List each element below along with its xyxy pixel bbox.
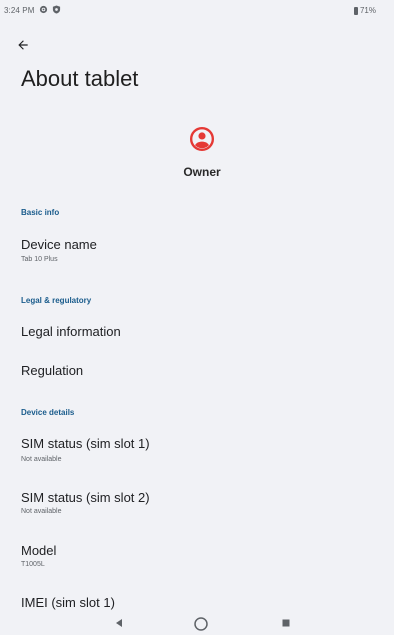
battery-percent: 71%	[359, 6, 376, 15]
sim-status-slot-1-title: SIM status (sim slot 1)	[21, 436, 150, 451]
device-name-title: Device name	[21, 237, 97, 252]
legal-information-item[interactable]: Legal information	[0, 316, 394, 348]
regulation-item[interactable]: Regulation	[0, 355, 394, 387]
gear-icon	[39, 5, 48, 14]
sim-status-slot-2-summary: Not available	[21, 508, 62, 515]
device-name-item[interactable]: Device name Tab 10 Plus	[0, 230, 394, 270]
model-title: Model	[21, 543, 57, 558]
section-header-device-details: Device details	[21, 408, 75, 417]
circle-home-icon[interactable]	[193, 616, 209, 632]
imei-slot-1-item[interactable]: IMEI (sim slot 1)	[0, 588, 394, 612]
legal-information-title: Legal information	[21, 324, 121, 339]
back-button[interactable]	[16, 35, 40, 55]
section-header-legal: Legal & regulatory	[21, 296, 92, 305]
battery-status: 71%	[353, 6, 376, 15]
status-bar: 3:24 PM 71%	[0, 0, 394, 20]
section-header-basic-info: Basic info	[21, 208, 60, 217]
battery-icon	[353, 6, 358, 15]
imei-slot-1-title: IMEI (sim slot 1)	[21, 595, 115, 610]
arrow-back-icon	[18, 40, 28, 50]
triangle-back-icon[interactable]	[114, 618, 124, 628]
account-circle-icon	[189, 126, 215, 152]
sim-status-slot-1-summary: Not available	[21, 456, 62, 463]
settings-screen: 3:24 PM 71% About tablet Owner Basic inf…	[0, 0, 394, 635]
model-summary: T1005L	[21, 561, 45, 568]
shield-icon	[52, 5, 61, 14]
model-item[interactable]: Model T1005L	[0, 535, 394, 577]
page-title: About tablet	[21, 66, 139, 91]
sim-status-slot-2-item[interactable]: SIM status (sim slot 2) Not available	[0, 482, 394, 524]
owner-name: Owner	[183, 165, 221, 179]
navigation-bar	[0, 611, 394, 635]
square-recents-icon[interactable]	[281, 618, 291, 628]
status-time: 3:24 PM	[4, 6, 35, 15]
sim-status-slot-1-item[interactable]: SIM status (sim slot 1) Not available	[0, 428, 394, 470]
sim-status-slot-2-title: SIM status (sim slot 2)	[21, 490, 150, 505]
regulation-title: Regulation	[21, 363, 84, 378]
device-name-summary: Tab 10 Plus	[21, 256, 58, 263]
